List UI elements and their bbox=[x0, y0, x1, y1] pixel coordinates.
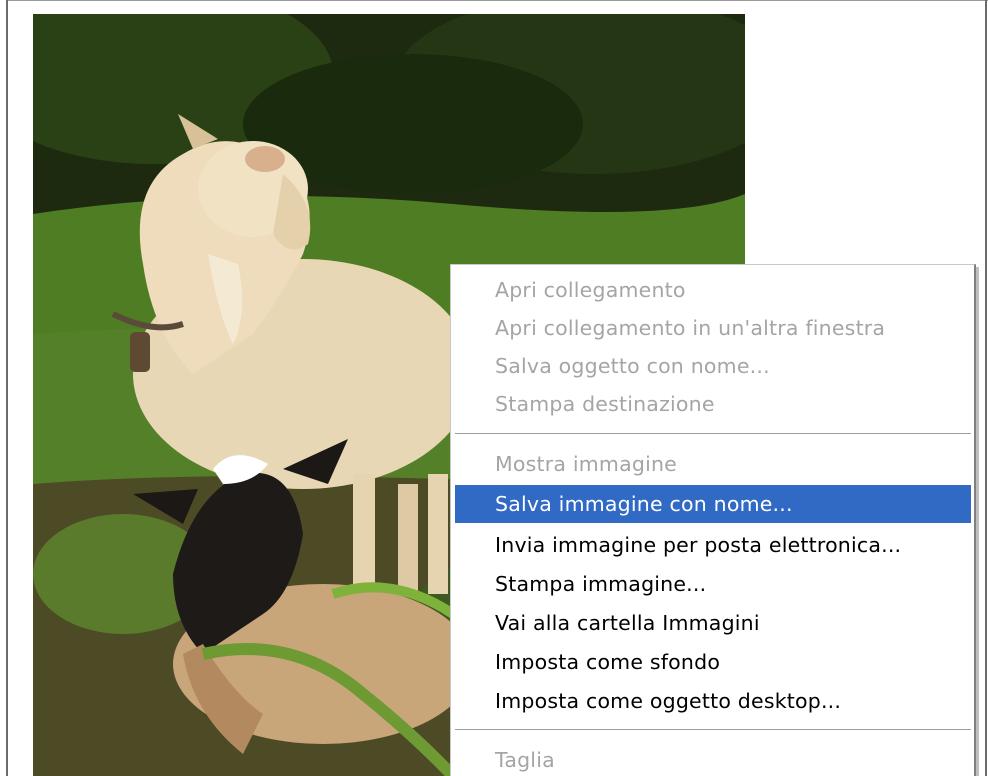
menu-separator bbox=[455, 433, 971, 435]
white-goat-leg bbox=[398, 484, 418, 594]
menu-item-apri-collegamento-altra-finestra[interactable]: Apri collegamento in un'altra finestra bbox=[455, 309, 971, 347]
menu-item-imposta-sfondo[interactable]: Imposta come sfondo bbox=[455, 643, 971, 681]
menu-item-imposta-oggetto-desktop[interactable]: Imposta come oggetto desktop... bbox=[455, 682, 971, 720]
menu-item-apri-collegamento[interactable]: Apri collegamento bbox=[455, 271, 971, 309]
menu-item-stampa-destinazione[interactable]: Stampa destinazione bbox=[455, 385, 971, 423]
menu-item-stampa-immagine[interactable]: Stampa immagine... bbox=[455, 565, 971, 603]
menu-item-mostra-immagine[interactable]: Mostra immagine bbox=[455, 445, 971, 483]
menu-item-invia-immagine[interactable]: Invia immagine per posta elettronica... bbox=[455, 526, 971, 564]
white-goat-ear-right bbox=[245, 146, 285, 172]
context-menu: Apri collegamento Apri collegamento in u… bbox=[450, 264, 976, 776]
menu-item-vai-cartella-immagini[interactable]: Vai alla cartella Immagini bbox=[455, 604, 971, 642]
menu-item-salva-immagine[interactable]: Salva immagine con nome... bbox=[455, 485, 971, 523]
window-frame-top bbox=[6, 0, 988, 1]
goat-bell bbox=[130, 332, 150, 372]
screen: Apri collegamento Apri collegamento in u… bbox=[0, 0, 988, 776]
white-goat-leg bbox=[428, 474, 448, 594]
menu-separator bbox=[455, 729, 971, 731]
window-frame-right bbox=[985, 0, 987, 776]
menu-item-taglia[interactable]: Taglia bbox=[455, 741, 971, 776]
menu-item-salva-oggetto[interactable]: Salva oggetto con nome... bbox=[455, 347, 971, 385]
window-frame-left bbox=[6, 0, 8, 776]
white-goat-leg bbox=[353, 474, 375, 594]
